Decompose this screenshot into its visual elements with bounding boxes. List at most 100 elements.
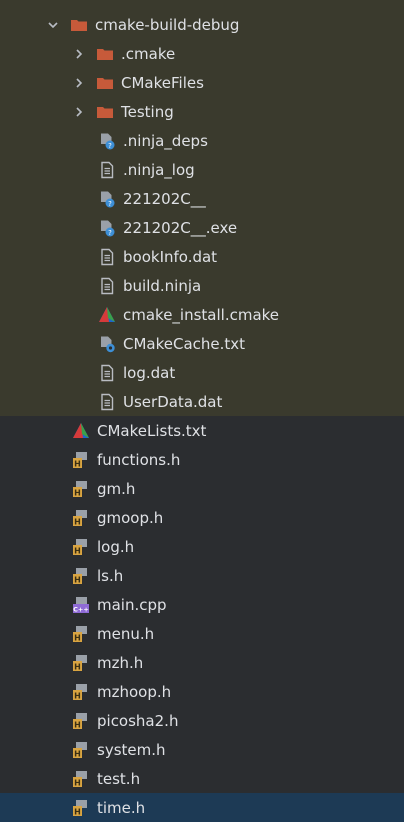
tree-file-row[interactable]: Hfunctions.h (0, 445, 404, 474)
svg-text:?: ? (108, 229, 112, 237)
svg-text:H: H (74, 662, 81, 671)
svg-text:H: H (74, 575, 81, 584)
text-file-icon (98, 393, 116, 411)
tree-item-label: Testing (121, 102, 174, 121)
tree-item-label: mzh.h (97, 653, 144, 672)
text-file-icon (98, 364, 116, 382)
tree-file-row[interactable]: Hgm.h (0, 474, 404, 503)
tree-file-row[interactable]: ? 221202C__.exe (0, 213, 404, 242)
tree-file-row[interactable]: Hsystem.h (0, 735, 404, 764)
svg-text:H: H (74, 488, 81, 497)
project-tree: cmake-build-debug .cmake CMakeFiles Testing… (0, 0, 404, 822)
svg-text:H: H (74, 691, 81, 700)
header-file-icon: H (72, 625, 90, 643)
folder-icon (96, 45, 114, 63)
tree-file-row[interactable]: log.dat (0, 358, 404, 387)
chevron-right-icon[interactable] (72, 76, 86, 90)
svg-text:?: ? (108, 200, 112, 208)
tree-file-row[interactable]: Hpicosha2.h (0, 706, 404, 735)
tree-file-row[interactable]: Hmenu.h (0, 619, 404, 648)
folder-icon (70, 16, 88, 34)
tree-file-row[interactable]: ? 221202C__ (0, 184, 404, 213)
svg-text:H: H (74, 546, 81, 555)
tree-folder-row[interactable]: cmake-build-debug (0, 10, 404, 39)
tree-folder-row[interactable]: Testing (0, 97, 404, 126)
folder-icon (96, 74, 114, 92)
tree-item-label: 221202C__.exe (123, 218, 238, 237)
tree-item-label: .cmake (121, 44, 176, 63)
tree-item-label: log.dat (123, 363, 176, 382)
tree-file-row[interactable]: Hgmoop.h (0, 503, 404, 532)
text-file-icon (98, 277, 116, 295)
tree-file-row[interactable]: Hmzh.h (0, 648, 404, 677)
chevron-down-icon[interactable] (46, 18, 60, 32)
tree-file-row[interactable]: C++ main.cpp (0, 590, 404, 619)
header-file-icon: H (72, 538, 90, 556)
tree-file-row[interactable]: cmake_install.cmake (0, 300, 404, 329)
svg-text:H: H (74, 633, 81, 642)
svg-text:C++: C++ (73, 605, 89, 613)
tree-item-label: UserData.dat (123, 392, 223, 411)
tree-file-row[interactable]: UserData.dat (0, 387, 404, 416)
svg-text:H: H (74, 517, 81, 526)
svg-text:?: ? (108, 142, 112, 150)
header-file-icon: H (72, 683, 90, 701)
tree-item-label: test.h (97, 769, 141, 788)
cmake-icon (98, 306, 116, 324)
cmake-icon (72, 422, 90, 440)
tree-item-label: time.h (97, 798, 146, 817)
tree-file-row[interactable]: .ninja_log (0, 155, 404, 184)
svg-text:H: H (74, 459, 81, 468)
unknown-file-icon: ? (98, 190, 116, 208)
tree-item-label: CMakeCache.txt (123, 334, 246, 353)
header-file-icon: H (72, 654, 90, 672)
cmake-cache-icon (98, 335, 116, 353)
tree-item-label: functions.h (97, 450, 181, 469)
tree-item-label: cmake-build-debug (95, 15, 240, 34)
tree-item-label: cmake_install.cmake (123, 305, 280, 324)
tree-item-label: ls.h (97, 566, 124, 585)
chevron-right-icon[interactable] (72, 47, 86, 61)
tree-item-label: main.cpp (97, 595, 167, 614)
tree-file-row[interactable]: Htime.h (0, 793, 404, 822)
tree-item-label: menu.h (97, 624, 155, 643)
header-file-icon: H (72, 712, 90, 730)
header-file-icon: H (72, 770, 90, 788)
tree-file-row[interactable]: Hls.h (0, 561, 404, 590)
tree-item-label: CMakeLists.txt (97, 421, 207, 440)
tree-item-label: picosha2.h (97, 711, 179, 730)
header-file-icon: H (72, 509, 90, 527)
folder-icon (96, 103, 114, 121)
unknown-file-icon: ? (98, 132, 116, 150)
tree-item-label: build.ninja (123, 276, 202, 295)
svg-text:H: H (74, 778, 81, 787)
text-file-icon (98, 161, 116, 179)
chevron-right-icon[interactable] (72, 105, 86, 119)
tree-item-label: CMakeFiles (121, 73, 204, 92)
header-file-icon: H (72, 799, 90, 817)
tree-item-label: system.h (97, 740, 166, 759)
tree-file-row[interactable]: bookInfo.dat (0, 242, 404, 271)
svg-text:H: H (74, 749, 81, 758)
header-file-icon: H (72, 567, 90, 585)
svg-text:H: H (74, 720, 81, 729)
text-file-icon (98, 248, 116, 266)
tree-file-row[interactable]: build.ninja (0, 271, 404, 300)
tree-item-label: log.h (97, 537, 135, 556)
tree-file-row[interactable]: CMakeLists.txt (0, 416, 404, 445)
tree-item-label: gm.h (97, 479, 136, 498)
tree-file-row[interactable]: ? .ninja_deps (0, 126, 404, 155)
tree-item-label: bookInfo.dat (123, 247, 218, 266)
tree-item-label: gmoop.h (97, 508, 164, 527)
header-file-icon: H (72, 480, 90, 498)
tree-item-label: 221202C__ (123, 189, 206, 208)
header-file-icon: H (72, 451, 90, 469)
tree-file-row[interactable]: Hlog.h (0, 532, 404, 561)
tree-folder-row[interactable]: .cmake (0, 39, 404, 68)
tree-file-row[interactable]: Htest.h (0, 764, 404, 793)
header-file-icon: H (72, 741, 90, 759)
tree-folder-row[interactable]: CMakeFiles (0, 68, 404, 97)
tree-file-row[interactable]: Hmzhoop.h (0, 677, 404, 706)
tree-file-row[interactable]: CMakeCache.txt (0, 329, 404, 358)
unknown-file-icon: ? (98, 219, 116, 237)
